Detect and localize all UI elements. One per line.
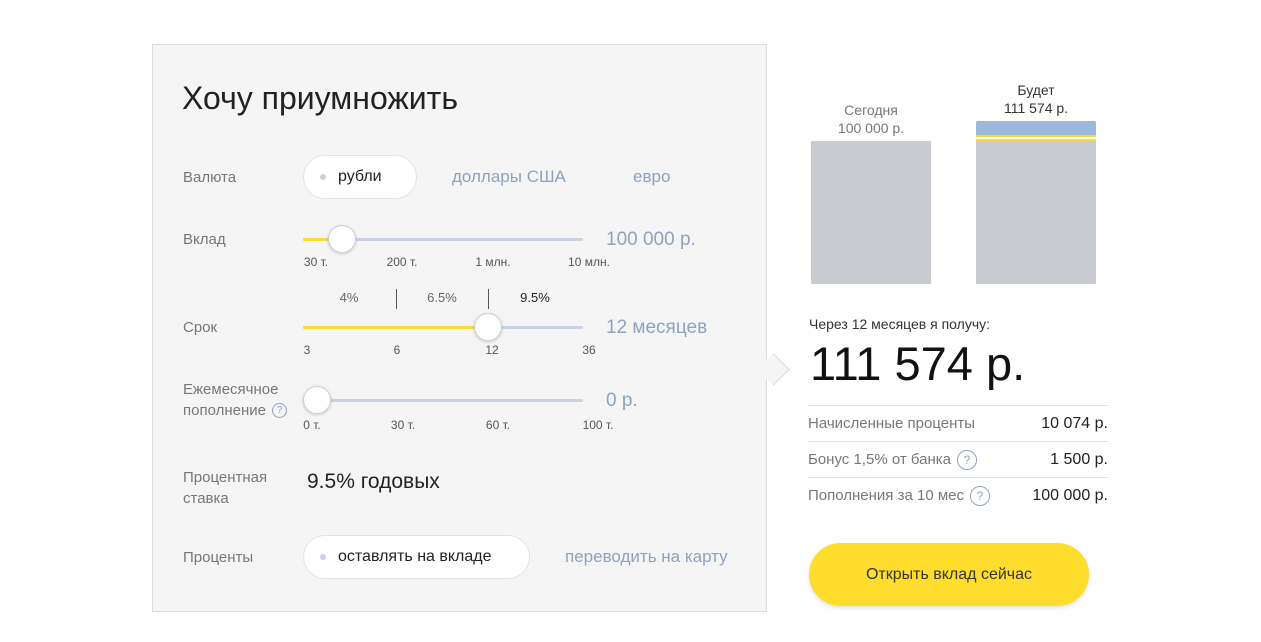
rate-separator: [396, 289, 397, 309]
monthly-tick: 60 т.: [485, 418, 511, 432]
deposit-label: Вклад: [183, 231, 226, 248]
currency-label: Валюта: [183, 169, 237, 186]
summary-value: 100 000 р.: [1032, 486, 1108, 504]
deposit-value[interactable]: 100 000 р.: [606, 229, 696, 251]
page-title: Хочу приумножить: [182, 80, 458, 116]
deposit-tick: 10 млн.: [568, 255, 610, 269]
today-bar-value: 100 000 р.: [837, 120, 905, 136]
summary-label: Пополнения за 10 мес: [808, 487, 964, 504]
deposit-tick: 30 т.: [303, 255, 329, 269]
deposit-tick: 1 млн.: [475, 255, 511, 269]
result-caption: Через 12 месяцев я получу:: [809, 316, 991, 332]
interest-option-label: оставлять на вкладе: [338, 548, 492, 565]
summary-label: Начисленные проценты: [808, 415, 975, 432]
term-tick: 3: [303, 343, 311, 357]
today-bar: [811, 141, 931, 284]
term-label: Срок: [183, 319, 218, 336]
monthly-help-icon[interactable]: ?: [272, 403, 287, 418]
monthly-tick: 0 т.: [303, 418, 321, 432]
interest-option-card[interactable]: переводить на карту: [565, 547, 728, 567]
term-value[interactable]: 12 месяцев: [606, 317, 707, 339]
term-tick: 6: [393, 343, 401, 357]
rate-value: 9.5% годовых: [307, 470, 440, 493]
today-bar-label: Сегодня: [844, 102, 898, 118]
summary-value: 1 500 р.: [1050, 450, 1108, 468]
summary-row: Пополнения за 10 мес ? 100 000 р.: [808, 477, 1108, 513]
currency-option-usd[interactable]: доллары США: [452, 167, 566, 187]
monthly-tick: 100 т.: [582, 418, 614, 432]
result-amount: 111 574 р.: [810, 337, 1026, 390]
future-bar-label: Будет: [1017, 82, 1055, 98]
currency-option-eur[interactable]: евро: [633, 167, 670, 187]
rate-label-line2: ставка: [183, 490, 229, 507]
term-slider-fill: [303, 326, 488, 329]
term-tick: 36: [582, 343, 596, 357]
term-tick: 12: [485, 343, 499, 357]
monthly-value[interactable]: 0 р.: [606, 390, 638, 412]
monthly-label-line2: пополнение: [183, 402, 266, 419]
summary-label: Бонус 1,5% от банка: [808, 451, 951, 468]
rate-label-line1: Процентная: [183, 469, 268, 486]
interest-option-keep[interactable]: оставлять на вкладе: [303, 535, 530, 579]
selected-dot-icon: [320, 174, 326, 180]
future-bar: [976, 141, 1096, 284]
interest-label: Проценты: [183, 549, 254, 566]
rate-tick: 6.5%: [427, 290, 457, 305]
deposit-tick: 200 т.: [386, 255, 418, 269]
summary-row: Бонус 1,5% от банка ? 1 500 р.: [808, 441, 1108, 477]
open-deposit-button[interactable]: Открыть вклад сейчас: [809, 543, 1089, 606]
selected-dot-icon: [320, 554, 326, 560]
monthly-slider-track[interactable]: [303, 399, 583, 402]
monthly-tick: 30 т.: [390, 418, 416, 432]
deposit-slider-thumb[interactable]: [328, 225, 357, 253]
bonus-help-icon[interactable]: ?: [956, 449, 977, 470]
currency-option-rub[interactable]: рубли: [303, 155, 417, 199]
rate-separator: [488, 289, 489, 309]
currency-option-label: рубли: [338, 168, 382, 185]
monthly-label-line1: Ежемесячное: [183, 381, 279, 398]
monthly-slider-thumb[interactable]: [303, 386, 331, 414]
term-slider-thumb[interactable]: [473, 313, 502, 341]
future-bar-deposit-segment: [976, 121, 1096, 135]
rate-tick-active: 9.5%: [520, 290, 550, 305]
topup-help-icon[interactable]: ?: [969, 485, 990, 506]
summary-row: Начисленные проценты 10 074 р.: [808, 405, 1108, 441]
future-bar-value: 111 574 р.: [1003, 100, 1069, 116]
summary-value: 10 074 р.: [1041, 414, 1108, 432]
rate-tick: 4%: [339, 290, 359, 305]
